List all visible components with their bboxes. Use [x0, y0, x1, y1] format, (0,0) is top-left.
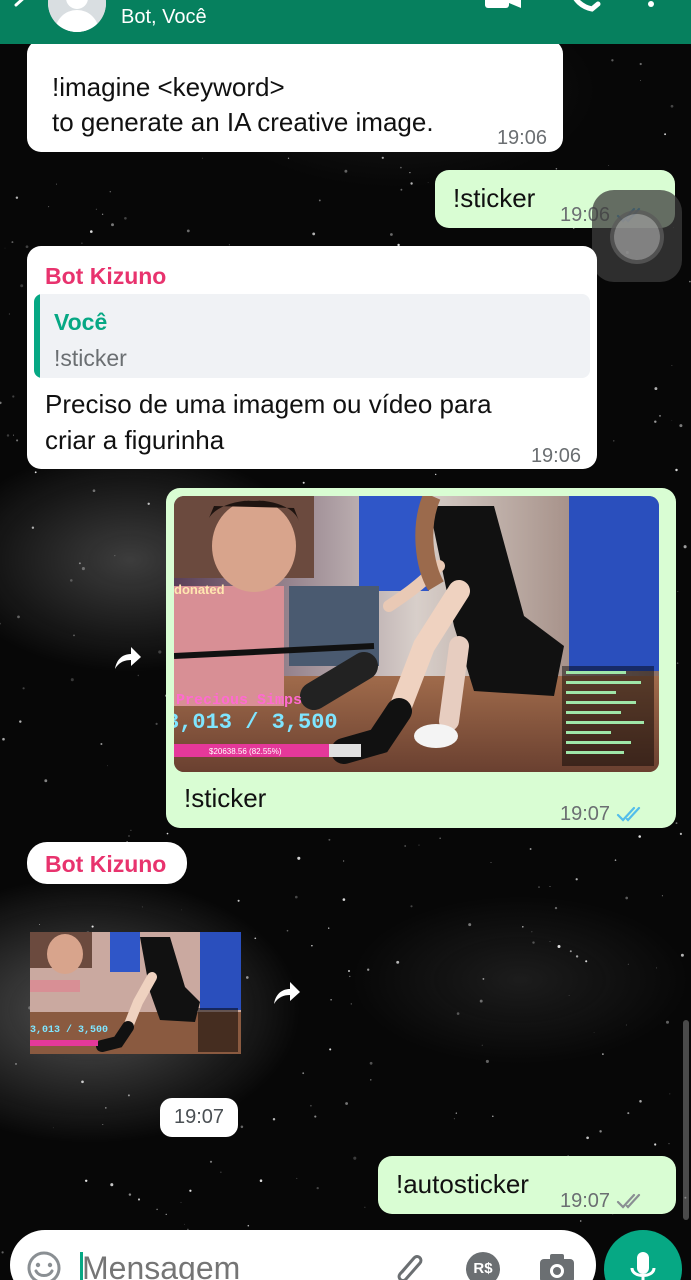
sticker-goal-text: 3,013 / 3,500: [30, 1024, 108, 1036]
message-text: !autosticker: [396, 1169, 529, 1199]
image-caption: !sticker: [184, 783, 267, 813]
message-bubble-incoming[interactable]: !imagine <keyword> to generate an IA cre…: [27, 40, 563, 152]
chat-participants[interactable]: Bot, Você: [121, 6, 207, 29]
message-time: 19:06: [531, 438, 581, 474]
payment-icon-label: R$: [473, 1260, 493, 1277]
quote-author: Você: [54, 309, 108, 335]
message-text: !sticker: [453, 183, 536, 213]
goal-bar-text: $20638.56 (82.55%): [209, 747, 282, 756]
forward-icon[interactable]: [113, 645, 143, 671]
chat-header: Bot, Você: [0, 0, 691, 44]
quote-text: !sticker: [54, 345, 127, 371]
phone-icon[interactable]: [566, 0, 606, 16]
message-input-bar: R$: [10, 1230, 596, 1280]
more-options-icon[interactable]: [636, 0, 666, 16]
image-attachment[interactable]: donated Precious Simps 3,013 / 3,500 $20…: [174, 496, 659, 772]
back-arrow-icon[interactable]: [10, 0, 32, 16]
message-meta: 19:07: [560, 1183, 646, 1219]
sender-name[interactable]: Bot Kizuno: [45, 258, 166, 294]
goal-value-text: 3,013 / 3,500: [174, 710, 338, 735]
time-label: 19:07: [560, 1190, 611, 1212]
message-text-line: !imagine <keyword>: [52, 72, 285, 102]
mic-icon: [630, 1252, 656, 1280]
message-text-line: Preciso de uma imagem ou vídeo para: [45, 389, 492, 419]
message-time: 19:06: [497, 120, 547, 156]
sender-chip[interactable]: Bot Kizuno: [27, 842, 187, 884]
message-bubble-outgoing-image[interactable]: donated Precious Simps 3,013 / 3,500 $20…: [166, 488, 676, 828]
touch-indicator: [592, 190, 682, 282]
delivered-ticks-icon: [616, 1193, 641, 1209]
attach-icon[interactable]: [390, 1250, 426, 1280]
camera-icon[interactable]: [538, 1252, 576, 1280]
goal-title-text: Precious Simps: [176, 692, 302, 709]
sender-name[interactable]: Bot Kizuno: [45, 846, 166, 882]
donation-alert-text: donated: [174, 582, 225, 597]
forward-icon[interactable]: [272, 980, 302, 1006]
message-input[interactable]: [82, 1246, 372, 1280]
avatar[interactable]: [48, 0, 106, 32]
stream-screenshot-image: donated Precious Simps 3,013 / 3,500 $20…: [174, 496, 659, 772]
time-label: 19:07: [560, 803, 611, 825]
payment-icon[interactable]: R$: [466, 1252, 500, 1280]
quoted-message[interactable]: Você !sticker: [34, 294, 590, 378]
scrollbar-thumb[interactable]: [683, 1020, 689, 1220]
emoji-icon[interactable]: [26, 1250, 62, 1280]
time-label: 19:06: [496, 127, 547, 149]
read-ticks-icon: [616, 806, 641, 822]
time-label: 19:07: [174, 1106, 225, 1128]
message-bubble-outgoing[interactable]: !autosticker 19:07: [378, 1156, 676, 1214]
message-meta: 19:07: [560, 796, 646, 832]
video-call-icon[interactable]: [483, 0, 523, 16]
sticker-image[interactable]: 3,013 / 3,500: [30, 932, 241, 1054]
voice-message-button[interactable]: [604, 1230, 682, 1280]
time-label: 19:06: [530, 445, 581, 467]
quote-accent-bar: [34, 294, 40, 378]
message-text-line: criar a figurinha: [45, 425, 225, 455]
message-text-line: to generate an IA creative image.: [52, 107, 434, 137]
message-bubble-incoming[interactable]: Bot Kizuno Você !sticker Preciso de uma …: [27, 246, 597, 469]
sticker-time-chip: 19:07: [160, 1098, 239, 1137]
